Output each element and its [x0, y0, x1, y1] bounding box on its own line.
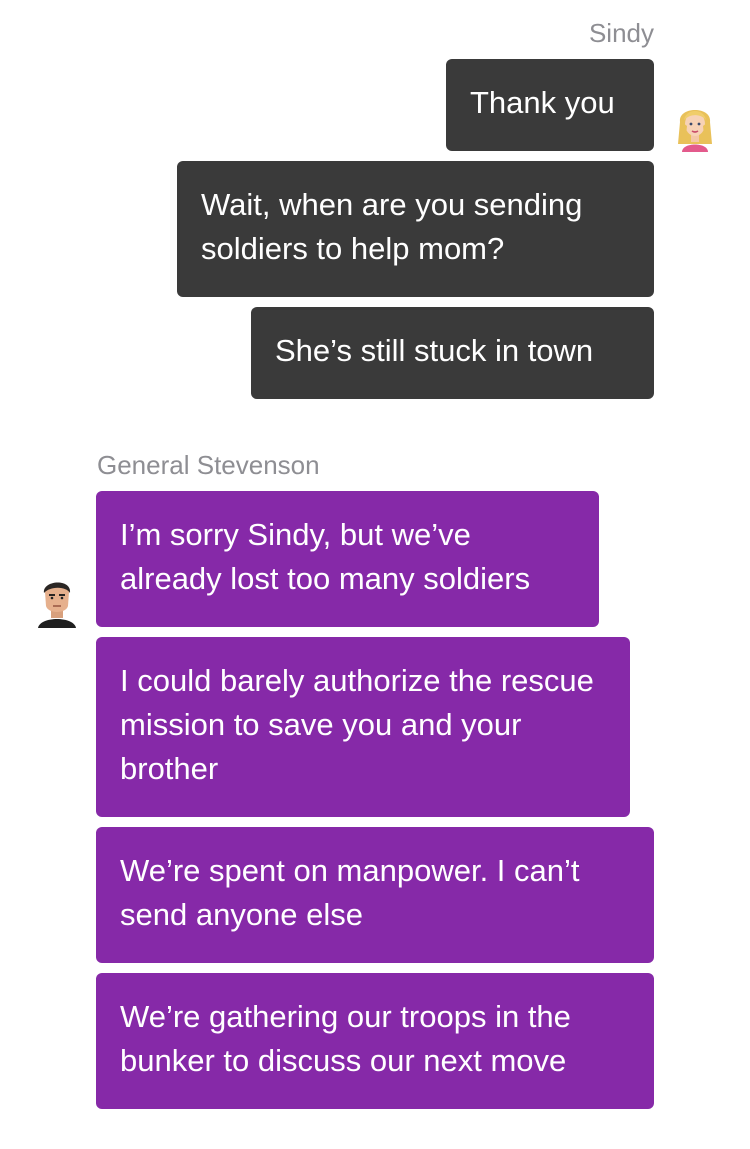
- message-bubble-outgoing[interactable]: She’s still stuck in town: [251, 307, 654, 399]
- message-text: We’re gathering our troops in the bunker…: [120, 999, 571, 1078]
- sender-name-sindy: Sindy: [588, 18, 654, 48]
- message-bubble-incoming[interactable]: We’re gathering our troops in the bunker…: [96, 973, 654, 1109]
- message-text: I could barely authorize the rescue miss…: [120, 663, 594, 786]
- message-text: I’m sorry Sindy, but we’ve already lost …: [120, 517, 531, 596]
- message-text: Wait, when are you sending soldiers to h…: [201, 187, 583, 266]
- sender-name-general-stevenson: General Stevenson: [97, 450, 320, 480]
- message-bubble-incoming[interactable]: We’re spent on manpower. I can’t send an…: [96, 827, 654, 963]
- sindy-avatar-icon: [674, 100, 716, 152]
- message-text: She’s still stuck in town: [275, 333, 594, 368]
- general-stevenson-avatar-icon: [36, 576, 78, 628]
- message-text: We’re spent on manpower. I can’t send an…: [120, 853, 580, 932]
- message-bubble-incoming[interactable]: I could barely authorize the rescue miss…: [96, 637, 630, 817]
- message-text: Thank you: [470, 85, 615, 120]
- message-bubble-incoming[interactable]: I’m sorry Sindy, but we’ve already lost …: [96, 491, 599, 627]
- message-bubble-outgoing[interactable]: Wait, when are you sending soldiers to h…: [177, 161, 654, 297]
- message-bubble-outgoing[interactable]: Thank you: [446, 59, 654, 151]
